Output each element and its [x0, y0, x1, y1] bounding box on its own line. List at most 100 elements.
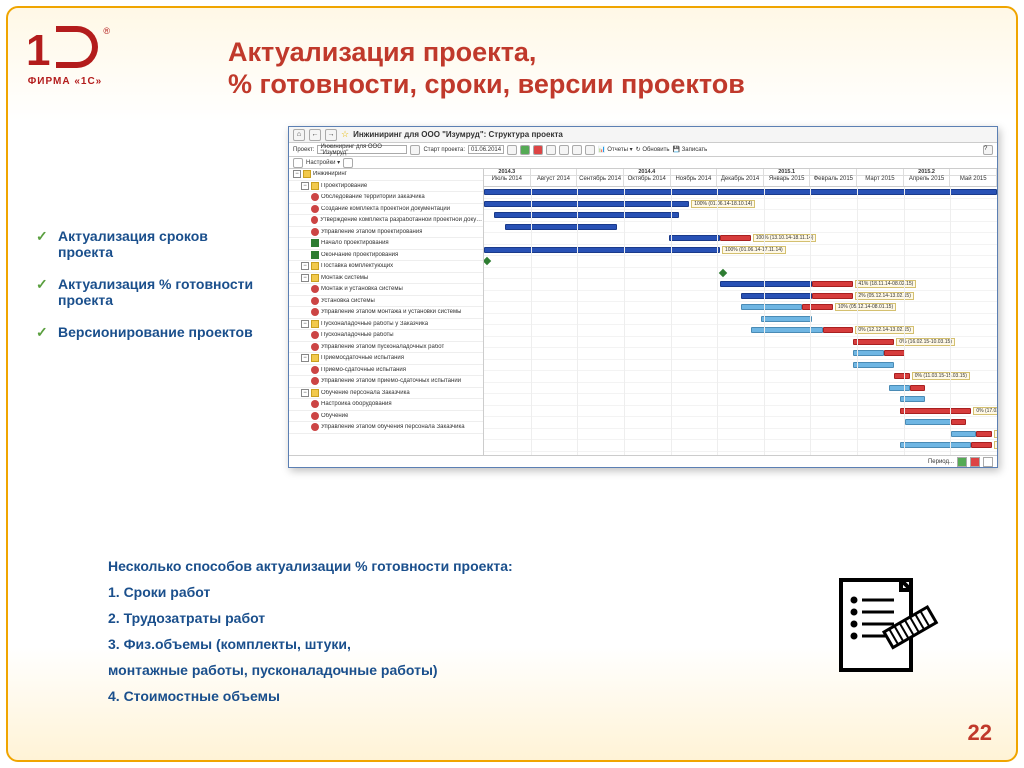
- gantt-bar[interactable]: 2% (05.12.14-13.02.15): [812, 293, 853, 299]
- start-date-field[interactable]: 01.06.2014: [468, 145, 504, 154]
- gantt-bar[interactable]: [884, 350, 905, 356]
- gantt-bar[interactable]: 0% (11.03.15-15.03.15): [894, 373, 909, 379]
- tree-row[interactable]: Начало проектирования: [289, 238, 483, 250]
- gantt-bar[interactable]: 100% (01.06.14-17.11.14): [484, 247, 720, 253]
- gantt-bar[interactable]: 10% (05.12.14-08.01.15): [802, 304, 833, 310]
- expand-icon[interactable]: −: [301, 182, 309, 190]
- tree-row[interactable]: Обучение: [289, 411, 483, 423]
- green-icon[interactable]: [520, 145, 530, 155]
- refresh-link[interactable]: ↻ Обновить: [636, 146, 670, 153]
- gantt-bar[interactable]: 100% (13.10.14-18.11.14): [720, 235, 751, 241]
- tree-row[interactable]: Монтаж и установка системы: [289, 284, 483, 296]
- tree-row[interactable]: Управление этапом пусконаладочных работ: [289, 342, 483, 354]
- tree-row[interactable]: Пусконаладочные работы: [289, 330, 483, 342]
- task-tree[interactable]: −Инжиниринг−ПроектированиеОбследование т…: [289, 169, 484, 455]
- tree-row[interactable]: Утверждение комплекта разработанной прое…: [289, 215, 483, 227]
- tree-row[interactable]: Управление этапом приемо-сдаточных испыт…: [289, 376, 483, 388]
- gantt-bar[interactable]: [741, 304, 803, 310]
- gantt-bar[interactable]: [951, 431, 977, 437]
- tree-row[interactable]: Создание комплекта проектной документаци…: [289, 204, 483, 216]
- project-field[interactable]: Инжиниринг для ООО "Изумруд": [317, 145, 407, 154]
- gantt-chart[interactable]: 2014.3Июль 2014 Август 2014 Сентябрь 201…: [484, 169, 997, 455]
- forward-icon[interactable]: →: [325, 129, 337, 141]
- gantt-row: [484, 268, 997, 280]
- star-icon[interactable]: ☆: [341, 129, 349, 140]
- expand-icon[interactable]: −: [301, 274, 309, 282]
- gantt-bar[interactable]: 2% (14.04.15-27.04.15): [976, 431, 991, 437]
- gantt-bar[interactable]: 0% (17.03.15-27.04.15): [900, 408, 972, 414]
- settings-link[interactable]: Настройки ▾: [306, 159, 340, 166]
- gantt-row: [484, 210, 997, 222]
- gantt-bar[interactable]: [494, 212, 679, 218]
- gear-icon: [311, 308, 319, 316]
- tree-row[interactable]: Управление этапом проектирования: [289, 227, 483, 239]
- tree-row[interactable]: −Пусконаладочные работы у Заказчика: [289, 319, 483, 331]
- gantt-bar[interactable]: [669, 235, 720, 241]
- tool-icon[interactable]: [343, 158, 353, 168]
- tool-icon[interactable]: [572, 145, 582, 155]
- help-icon[interactable]: ?: [983, 145, 993, 155]
- gantt-bar[interactable]: 0% (12.12.14-13.02.15): [823, 327, 854, 333]
- tree-row[interactable]: −Проектирование: [289, 181, 483, 193]
- footer-icon[interactable]: [957, 457, 967, 467]
- method-item: 2. Трудозатраты работ: [108, 610, 808, 626]
- gantt-bar[interactable]: 47% (01.06.14-27.04.15): [484, 189, 997, 195]
- expand-icon[interactable]: −: [301, 354, 309, 362]
- tree-row[interactable]: Обследование территории заказчика: [289, 192, 483, 204]
- gantt-header: 2014.3Июль 2014 Август 2014 Сентябрь 201…: [484, 169, 997, 187]
- gantt-bar[interactable]: [905, 419, 951, 425]
- tree-row[interactable]: −Монтаж системы: [289, 273, 483, 285]
- tool-icon[interactable]: [559, 145, 569, 155]
- gantt-bar[interactable]: [741, 293, 813, 299]
- expand-icon[interactable]: −: [301, 320, 309, 328]
- gantt-bar[interactable]: [505, 224, 618, 230]
- tool-icon[interactable]: [585, 145, 595, 155]
- tree-row[interactable]: Установка системы: [289, 296, 483, 308]
- tree-row[interactable]: −Инжиниринг: [289, 169, 483, 181]
- clear-icon[interactable]: [410, 145, 420, 155]
- reports-link[interactable]: 📊 Отчеты ▾: [598, 146, 633, 153]
- tree-row[interactable]: Приемо-сдаточные испытания: [289, 365, 483, 377]
- wrench-icon[interactable]: [293, 158, 303, 168]
- timeline-month: Август 2014: [531, 169, 578, 186]
- expand-icon[interactable]: −: [301, 389, 309, 397]
- tree-row[interactable]: −Обучение персонала Заказчика: [289, 388, 483, 400]
- gear-icon: [311, 377, 319, 385]
- gantt-bar[interactable]: [910, 385, 925, 391]
- subtoolbar: Настройки ▾: [289, 157, 997, 169]
- gantt-bar-label: 100% (13.10.14-18.11.14): [753, 234, 817, 242]
- milestone-icon[interactable]: [719, 268, 727, 276]
- gantt-bar[interactable]: [889, 385, 910, 391]
- gantt-bar[interactable]: [951, 419, 966, 425]
- tree-row[interactable]: Окончание проектирования: [289, 250, 483, 262]
- footer-icon[interactable]: [970, 457, 980, 467]
- gantt-bar[interactable]: [720, 281, 812, 287]
- tool-icon[interactable]: [507, 145, 517, 155]
- tool-icon[interactable]: [546, 145, 556, 155]
- gantt-bar[interactable]: [761, 316, 812, 322]
- slide-frame: 1 ® ФИРМА «1С» Актуализация проекта, % г…: [6, 6, 1018, 762]
- gear-icon: [311, 412, 319, 420]
- expand-icon[interactable]: −: [293, 170, 301, 178]
- gantt-bar[interactable]: [853, 362, 894, 368]
- red-icon[interactable]: [533, 145, 543, 155]
- footer-icon[interactable]: [983, 457, 993, 467]
- gantt-bar[interactable]: 100% (01.06.14-18.10.14): [484, 201, 689, 207]
- tree-row[interactable]: Управление этапом обучения персонала Зак…: [289, 422, 483, 434]
- tree-row[interactable]: −Поставка комплектующих: [289, 261, 483, 273]
- gantt-bar[interactable]: 0% (17.03.15-27.04.15): [971, 442, 992, 448]
- gantt-bar[interactable]: [900, 442, 972, 448]
- milestone-icon[interactable]: [484, 257, 491, 265]
- expand-icon[interactable]: −: [301, 262, 309, 270]
- back-icon[interactable]: ←: [309, 129, 321, 141]
- tree-row[interactable]: Управление этапом монтажа и установки си…: [289, 307, 483, 319]
- period-button[interactable]: Период...: [928, 459, 954, 465]
- home-icon[interactable]: ⌂: [293, 129, 305, 141]
- tree-row[interactable]: −Приемосдаточные испытания: [289, 353, 483, 365]
- gantt-bar[interactable]: 41% (18.11.14-08.02.15): [812, 281, 853, 287]
- gantt-bar[interactable]: 0% (16.02.15-10.03.15): [853, 339, 894, 345]
- tree-row[interactable]: Настройка оборудования: [289, 399, 483, 411]
- gantt-bar[interactable]: [751, 327, 823, 333]
- flag-icon: [311, 251, 319, 259]
- save-link[interactable]: 💾 Записать: [673, 146, 708, 153]
